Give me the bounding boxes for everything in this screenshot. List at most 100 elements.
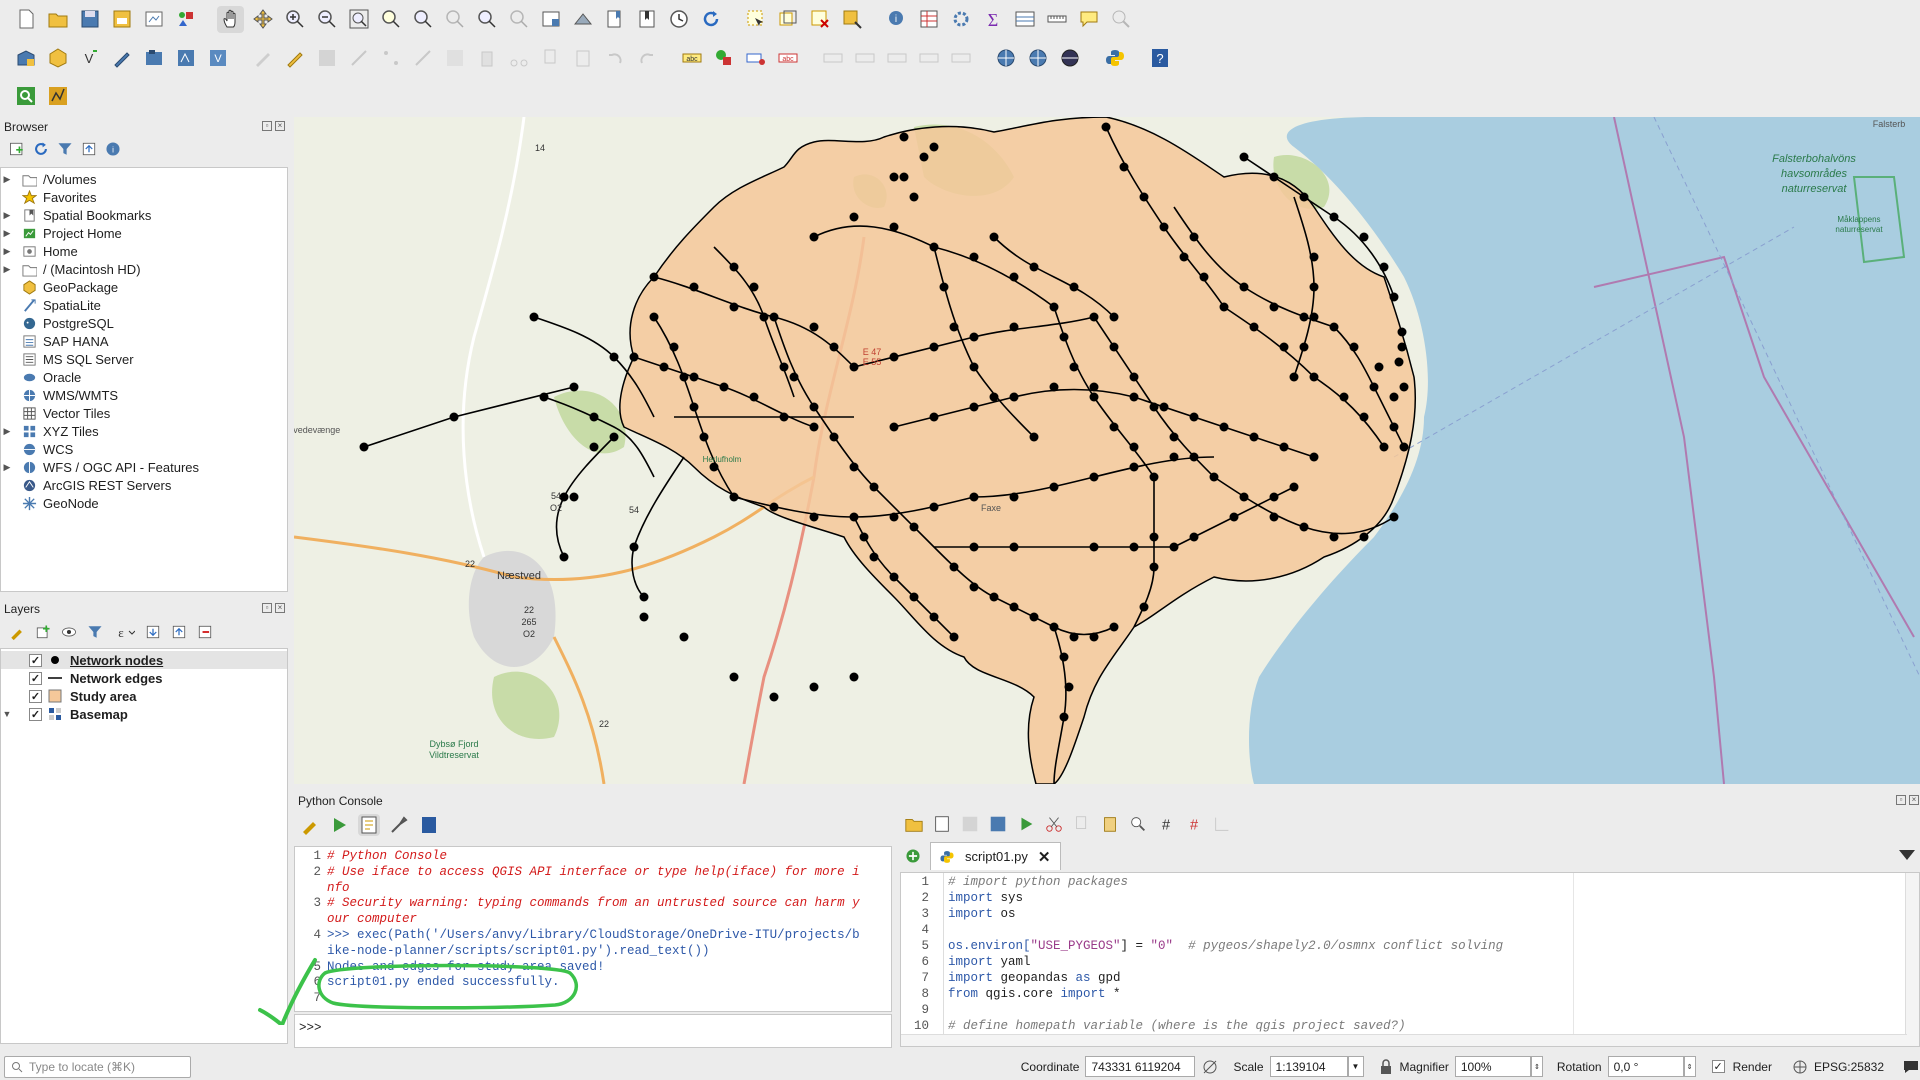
digitize-shape-icon[interactable] <box>409 45 436 72</box>
browser-item[interactable]: ▶ Home <box>1 242 287 260</box>
browser-item[interactable]: ▶ Project Home <box>1 224 287 242</box>
browser-item[interactable]: GeoNode <box>1 494 287 512</box>
browser-item[interactable]: Vector Tiles <box>1 404 287 422</box>
new-map-view-icon[interactable] <box>537 6 564 33</box>
script-editor[interactable]: 1 # import python packages 2 import sys 3 imp… <box>900 872 1920 1047</box>
layer-item[interactable]: ▼ ✓ Basemap <box>1 705 287 723</box>
object-inspector-icon[interactable] <box>1212 814 1232 834</box>
zoom-in-icon[interactable] <box>281 6 308 33</box>
data-source-manager-icon[interactable] <box>12 45 39 72</box>
magnifier-spin-icon[interactable]: ⇕ <box>1530 1056 1543 1077</box>
field-calculator-icon[interactable] <box>1011 6 1038 33</box>
identify-icon[interactable]: i <box>883 6 910 33</box>
browser-item[interactable]: GeoPackage <box>1 278 287 296</box>
copy-script-icon[interactable] <box>1072 814 1092 834</box>
label-tool-icon[interactable]: abc <box>678 45 705 72</box>
collapse-layers-icon[interactable] <box>170 623 188 641</box>
layer-item[interactable]: ✓ Network nodes <box>1 651 287 669</box>
select-location-icon[interactable] <box>838 6 865 33</box>
expand-arrow-icon[interactable]: ▶ <box>1 462 13 473</box>
new-editor-tab-icon[interactable] <box>904 847 922 865</box>
run-command-icon[interactable] <box>328 814 350 836</box>
current-edits-icon[interactable]: V <box>204 45 231 72</box>
label-props-2-icon[interactable] <box>947 45 974 72</box>
layers-float-icon[interactable]: ▫ <box>262 603 272 613</box>
rotation-field[interactable]: 0,0 ° <box>1607 1056 1684 1077</box>
deselect-icon[interactable] <box>806 6 833 33</box>
editor-vscrollbar[interactable] <box>1905 873 1919 1046</box>
expand-arrow-icon[interactable]: ▶ <box>1 174 13 185</box>
browser-item[interactable]: SAP HANA <box>1 332 287 350</box>
new-virtual-icon[interactable] <box>140 45 167 72</box>
highlight-labels-icon[interactable] <box>742 45 769 72</box>
locate-icon[interactable] <box>1107 6 1134 33</box>
run-script-icon[interactable] <box>1016 814 1036 834</box>
plugin-globe-1-icon[interactable] <box>992 45 1019 72</box>
expand-arrow-icon[interactable]: ▶ <box>1 246 13 257</box>
editor-tab[interactable]: script01.py ✕ <box>930 842 1062 870</box>
show-hide-labels-icon[interactable]: abc <box>774 45 801 72</box>
help-icon[interactable]: ? <box>1146 45 1173 72</box>
cut-icon[interactable] <box>505 45 532 72</box>
python-console-icon[interactable] <box>1101 45 1128 72</box>
coordinate-field[interactable]: 743331 6119204 <box>1085 1056 1196 1077</box>
processing-search-icon[interactable] <box>12 83 39 110</box>
label-props-icon[interactable] <box>915 45 942 72</box>
expand-arrow-icon[interactable]: ▶ <box>1 426 13 437</box>
expand-all-icon[interactable] <box>144 623 162 641</box>
current-edits-2-icon[interactable] <box>249 45 276 72</box>
save-as-script-icon[interactable] <box>988 814 1008 834</box>
browser-item[interactable]: ▶ /Volumes <box>1 170 287 188</box>
new-3d-view-icon[interactable] <box>569 6 596 33</box>
rotate-label-icon[interactable] <box>851 45 878 72</box>
add-group-icon[interactable] <box>34 623 52 641</box>
float-icon[interactable]: ▫ <box>262 121 272 131</box>
zoom-last-icon[interactable] <box>473 6 500 33</box>
browser-item[interactable]: WCS <box>1 440 287 458</box>
plugin-globe-3-icon[interactable] <box>1056 45 1083 72</box>
zoom-next-icon[interactable] <box>505 6 532 33</box>
browser-item[interactable]: ▶ / (Macintosh HD) <box>1 260 287 278</box>
console-close-icon[interactable]: × <box>1909 795 1919 805</box>
filter-legend-icon[interactable] <box>86 623 104 641</box>
browser-item[interactable]: ▶ XYZ Tiles <box>1 422 287 440</box>
select-features-icon[interactable] <box>742 6 769 33</box>
layer-visibility-checkbox[interactable]: ✓ <box>29 671 42 685</box>
browser-item[interactable]: SpatiaLite <box>1 296 287 314</box>
editor-hscrollbar[interactable] <box>901 1034 1907 1046</box>
close-tab-icon[interactable]: ✕ <box>1038 848 1051 866</box>
find-text-icon[interactable] <box>1128 814 1148 834</box>
move-label-icon[interactable] <box>819 45 846 72</box>
plugin-globe-2-icon[interactable] <box>1024 45 1051 72</box>
toolbox-icon[interactable] <box>947 6 974 33</box>
show-editor-icon[interactable] <box>358 814 380 836</box>
options-icon[interactable] <box>388 814 410 836</box>
layers-close-icon[interactable]: × <box>275 603 285 613</box>
browser-item[interactable]: Favorites <box>1 188 287 206</box>
clear-console-icon[interactable] <box>298 814 320 836</box>
redo-icon[interactable] <box>633 45 660 72</box>
console-float-icon[interactable]: ▫ <box>1896 795 1906 805</box>
browser-item[interactable]: ▶ WFS / OGC API - Features <box>1 458 287 476</box>
manage-visibility-icon[interactable] <box>60 623 78 641</box>
digitize-icon[interactable] <box>172 45 199 72</box>
crs-label[interactable]: EPSG:25832 <box>1814 1060 1884 1074</box>
browser-item[interactable]: ArcGIS REST Servers <box>1 476 287 494</box>
save-edits-icon[interactable] <box>313 45 340 72</box>
scale-field[interactable]: 1:139104 <box>1269 1056 1348 1077</box>
collapse-all-icon[interactable] <box>80 140 98 158</box>
console-help-icon[interactable] <box>418 814 440 836</box>
expand-arrow-icon[interactable]: ▶ <box>1 264 13 275</box>
filter-browser-icon[interactable] <box>56 140 74 158</box>
console-output[interactable]: 1 # Python Console 2 # Use iface to access … <box>294 846 892 1012</box>
print-layout-icon[interactable] <box>140 6 167 33</box>
pin-labels-icon[interactable] <box>710 45 737 72</box>
properties-icon[interactable]: i <box>104 140 122 158</box>
open-in-external-icon[interactable] <box>932 814 952 834</box>
add-selected-layers-icon[interactable] <box>8 140 26 158</box>
save-project-icon[interactable] <box>76 6 103 33</box>
style-manager-icon[interactable] <box>172 6 199 33</box>
layer-visibility-checkbox[interactable]: ✓ <box>29 653 42 667</box>
map-tips-icon[interactable] <box>1075 6 1102 33</box>
save-as-icon[interactable] <box>108 6 135 33</box>
